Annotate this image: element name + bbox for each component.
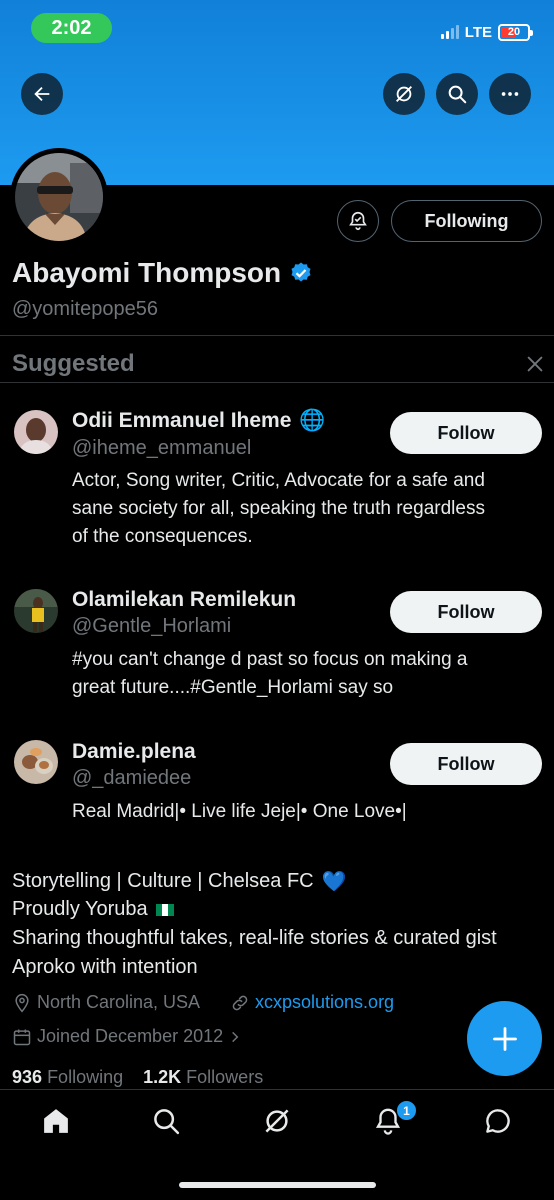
follow-button[interactable]: Follow bbox=[390, 412, 542, 454]
tab-messages[interactable] bbox=[478, 1105, 518, 1137]
divider bbox=[0, 382, 554, 383]
follow-button[interactable]: Follow bbox=[390, 591, 542, 633]
tab-search[interactable] bbox=[146, 1105, 186, 1137]
notification-badge: 1 bbox=[396, 1100, 417, 1121]
signal-icon bbox=[440, 25, 459, 39]
suggestion-bio: Actor, Song writer, Critic, Advocate for… bbox=[72, 467, 542, 551]
suggested-title: Suggested bbox=[12, 350, 135, 377]
profile-handle: @yomitepope56 bbox=[12, 298, 158, 320]
suggestion-handle: @Gentle_Horlami bbox=[72, 615, 232, 637]
avatar bbox=[15, 153, 103, 241]
location-text: North Carolina, USA bbox=[37, 992, 201, 1012]
followers-count: 1.2K bbox=[143, 1067, 182, 1087]
plus-icon bbox=[492, 1026, 517, 1051]
bio-line: of the consequences. bbox=[72, 526, 253, 547]
avatar[interactable] bbox=[14, 410, 58, 454]
grok-icon bbox=[396, 86, 412, 102]
battery-icon: 20 bbox=[498, 23, 533, 41]
following-count: 936 bbox=[12, 1067, 43, 1087]
more-button[interactable] bbox=[489, 73, 531, 115]
blue-heart-emoji: 💙 bbox=[321, 871, 347, 893]
avatar[interactable] bbox=[14, 589, 58, 633]
website-text[interactable]: xcxpsolutions.org bbox=[255, 992, 394, 1013]
location-pin-icon bbox=[15, 993, 29, 1012]
battery-level: 20 bbox=[507, 26, 521, 38]
bio-line: sane society for all, speaking the truth… bbox=[72, 498, 485, 519]
bio-line: great future....#Gentle_Horlami say so bbox=[72, 677, 394, 698]
divider bbox=[0, 335, 554, 336]
close-icon[interactable] bbox=[524, 353, 546, 375]
status-time: 2:02 bbox=[31, 13, 112, 43]
bio-line: Actor, Song writer, Critic, Advocate for… bbox=[72, 470, 485, 491]
suggestion-bio: #you can't change d past so focus on mak… bbox=[72, 646, 542, 702]
home-icon bbox=[44, 1109, 68, 1133]
tab-grok[interactable] bbox=[257, 1105, 297, 1137]
suggestion-name[interactable]: Olamilekan Remilekun bbox=[72, 588, 296, 612]
grok-button[interactable] bbox=[383, 73, 425, 115]
followers-label: Followers bbox=[186, 1067, 264, 1087]
location: North Carolina, USA bbox=[12, 992, 200, 1013]
bio-line: #you can't change d past so focus on mak… bbox=[72, 649, 468, 670]
website-link[interactable]: xcxpsolutions.org bbox=[230, 992, 394, 1013]
suggestion-bio: Real Madrid|• Live life Jeje|• One Love•… bbox=[72, 798, 542, 826]
following-label: Following bbox=[47, 1067, 124, 1087]
bio-line: Sharing thoughtful takes, real-life stor… bbox=[12, 927, 497, 949]
follow-button[interactable]: Follow bbox=[390, 743, 542, 785]
follow-stats: 936 Following 1.2K Followers bbox=[12, 1067, 263, 1088]
notify-button[interactable] bbox=[337, 200, 379, 242]
avatar[interactable] bbox=[14, 740, 58, 784]
search-button[interactable] bbox=[436, 73, 478, 115]
messages-icon bbox=[486, 1109, 510, 1133]
globe-emoji: 🌐 bbox=[299, 409, 326, 432]
bio-text: Storytelling | Culture | Chelsea FC bbox=[12, 870, 314, 892]
bio-text: Proudly Yoruba bbox=[12, 898, 148, 920]
suggestion-name[interactable]: Damie.plena bbox=[72, 740, 196, 764]
more-icon bbox=[501, 92, 519, 96]
chevron-right-icon bbox=[232, 1031, 239, 1042]
suggestion-handle: @iheme_emmanuel bbox=[72, 437, 252, 459]
profile-name: Abayomi Thompson bbox=[12, 257, 282, 288]
suggestion-handle: @_damiedee bbox=[72, 767, 192, 789]
bio-line: Real Madrid|• Live life Jeje|• One Love•… bbox=[72, 801, 407, 822]
tab-home[interactable] bbox=[36, 1105, 76, 1137]
grok-icon bbox=[265, 1109, 289, 1133]
profile-name-row: Abayomi Thompson bbox=[12, 257, 313, 289]
bio-line: Proudly Yoruba bbox=[12, 898, 174, 921]
home-indicator bbox=[179, 1182, 376, 1188]
bell-check-icon bbox=[349, 211, 367, 231]
following-stat[interactable]: 936 Following bbox=[12, 1067, 123, 1087]
search-icon bbox=[448, 85, 467, 104]
nigeria-flag-icon bbox=[155, 903, 174, 916]
link-icon bbox=[232, 995, 248, 1010]
verified-badge-icon[interactable] bbox=[289, 261, 313, 285]
followers-stat[interactable]: 1.2K Followers bbox=[143, 1067, 263, 1087]
following-button[interactable]: Following bbox=[391, 200, 542, 242]
joined-date[interactable]: Joined December 2012 bbox=[12, 1026, 242, 1047]
bio-line: Aproko with intention bbox=[12, 956, 198, 978]
status-indicators: LTE 20 bbox=[440, 20, 533, 44]
arrow-left-icon bbox=[34, 86, 50, 102]
suggestion-name: Odii Emmanuel Iheme bbox=[72, 409, 292, 432]
compose-button[interactable] bbox=[467, 1001, 542, 1076]
calendar-icon bbox=[13, 1029, 31, 1045]
network-label: LTE bbox=[464, 23, 492, 41]
suggestion-name-row[interactable]: Odii Emmanuel Iheme 🌐 bbox=[72, 409, 326, 433]
search-icon bbox=[154, 1109, 180, 1135]
profile-avatar[interactable] bbox=[10, 148, 108, 246]
bio-line: Storytelling | Culture | Chelsea FC 💙 bbox=[12, 869, 347, 894]
joined-text: Joined December 2012 bbox=[37, 1026, 224, 1046]
back-button[interactable] bbox=[21, 73, 63, 115]
